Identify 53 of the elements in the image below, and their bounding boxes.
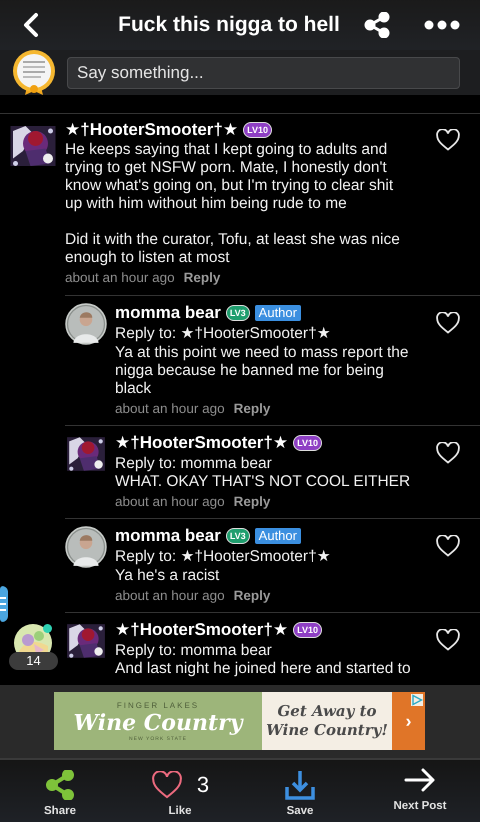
share-icon[interactable] xyxy=(364,12,390,38)
level-badge: LV10 xyxy=(243,122,272,138)
reply-link[interactable]: Reply xyxy=(234,400,270,418)
comment-text: Ya at this point we need to mass report the nigga because he banned me for being black xyxy=(115,344,410,398)
author-name[interactable]: ★†HooterSmooter†★ xyxy=(65,120,238,140)
menu-tab-icon[interactable] xyxy=(0,586,8,622)
next-button[interactable]: Next Post xyxy=(360,760,480,822)
level-badge: LV3 xyxy=(226,305,250,321)
ad-brand: Wine Country xyxy=(73,710,243,736)
heart-icon[interactable] xyxy=(436,628,460,650)
reply-link[interactable]: Reply xyxy=(234,586,270,604)
comment-text: He keeps saying that I kept going to adults and trying to get NSFW porn. Mate, I honestly don't know what's going on, but I'm trying to clear shit up with him without him being rude to me Did it with the curator, Tofu, at least she was nice enough to listen at most xyxy=(65,141,401,267)
reply-link[interactable]: Reply xyxy=(234,493,270,511)
post-title: Fuck this nigga to hell xyxy=(117,13,341,37)
level-badge: LV10 xyxy=(293,622,322,638)
comment-text: WHAT. OKAY THAT'S NOT COOL EITHER xyxy=(115,473,412,491)
ad-eyebrow: FINGER LAKES xyxy=(116,700,200,710)
save-button[interactable]: Save xyxy=(240,760,360,822)
count-badge: 14 xyxy=(9,652,58,670)
author-name[interactable]: momma bear xyxy=(115,526,221,546)
timestamp: about an hour ago xyxy=(115,400,225,418)
author-tag: Author xyxy=(254,305,301,321)
heart-icon[interactable] xyxy=(436,535,460,557)
heart-icon[interactable] xyxy=(436,129,460,151)
arrow-icon xyxy=(404,768,436,792)
share-button[interactable]: Share xyxy=(0,760,120,822)
share-icon xyxy=(46,770,74,800)
author-name[interactable]: ★†HooterSmooter†★ xyxy=(115,620,288,640)
heart-icon[interactable] xyxy=(436,312,460,334)
like-count: 3 xyxy=(196,772,210,798)
ad-headline: Get Away to Wine Country! xyxy=(262,692,392,750)
author-name[interactable]: momma bear xyxy=(115,303,221,323)
level-badge: LV3 xyxy=(226,528,250,544)
level-badge: LV10 xyxy=(293,434,322,450)
timestamp: about an hour ago xyxy=(65,269,175,287)
download-icon xyxy=(284,769,316,801)
more-icon[interactable] xyxy=(424,20,460,30)
timestamp: about an hour ago xyxy=(115,586,225,604)
heart-icon[interactable] xyxy=(436,442,460,464)
comment-field[interactable]: Say something... xyxy=(67,56,460,88)
reply-to-text: Reply to: momma bear xyxy=(115,454,273,473)
reply-to-text: Reply to: momma bear xyxy=(115,640,273,660)
reply-link[interactable]: Reply xyxy=(184,269,220,287)
heart-icon xyxy=(150,771,183,799)
author-name[interactable]: ★†HooterSmooter†★ xyxy=(115,432,288,452)
comment-text: And last night he joined here and started to xyxy=(115,660,412,678)
comment-text: Ya he's a racist xyxy=(115,566,220,584)
reply-to-text: Reply to: ★†HooterSmooter†★ xyxy=(115,547,332,566)
like-button[interactable]: 3 Like xyxy=(120,760,240,822)
back-icon[interactable] xyxy=(22,12,40,38)
timestamp: about an hour ago xyxy=(115,493,225,511)
author-tag: Author xyxy=(254,528,301,544)
reply-to-text: Reply to: ★†HooterSmooter†★ xyxy=(115,324,332,344)
